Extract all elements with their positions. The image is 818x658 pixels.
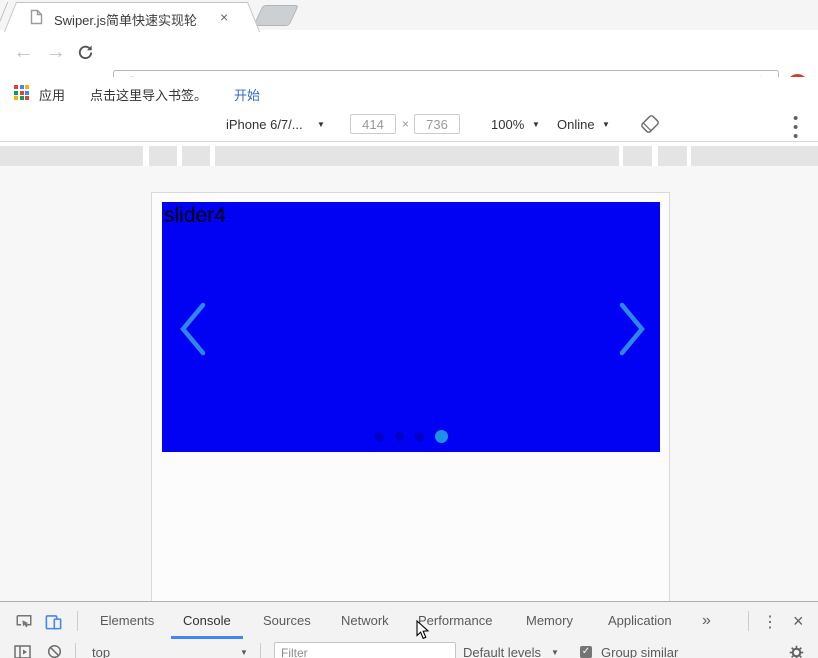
apps-grid-cell [25, 96, 29, 100]
tab-close-icon[interactable]: × [220, 9, 228, 25]
page-icon [30, 9, 43, 25]
clear-console-icon[interactable] [47, 644, 62, 658]
console-sidebar-icon[interactable] [14, 645, 31, 658]
apps-grid-cell [19, 85, 24, 89]
ruler-strip [0, 146, 818, 166]
ruler-segment [691, 146, 818, 166]
apps-grid-cell [19, 90, 24, 95]
browser-toolbar: ← → file:///C:/Users/z/Desktop/index.htm… [0, 30, 818, 98]
pagination-dot[interactable] [374, 432, 384, 441]
apps-grid-cell [19, 96, 24, 100]
separator [748, 611, 749, 631]
console-toolbar: top ▼ Default levels ▼ ✓ Group similar [0, 641, 818, 658]
log-levels-select[interactable]: Default levels [463, 645, 541, 658]
pagination-dots [162, 430, 660, 443]
zoom-select[interactable]: 100% [491, 117, 524, 132]
pagination-dot[interactable] [394, 432, 404, 441]
more-tabs-icon[interactable]: » [702, 612, 711, 630]
chevron-down-icon: ▼ [551, 648, 559, 657]
reload-icon[interactable] [76, 43, 95, 62]
tab-sources[interactable]: Sources [251, 602, 323, 638]
browser-tab[interactable]: Swiper.js简单快速实现轮 × [18, 2, 246, 32]
slider-prev-icon[interactable] [178, 302, 208, 356]
bookmarks-bar: 应用 点击这里导入书签。 开始 [0, 77, 818, 108]
viewport-width-input[interactable] [350, 114, 396, 134]
tab-console[interactable]: Console [171, 602, 243, 639]
devtools-close-icon[interactable]: × [793, 611, 804, 632]
pagination-dot[interactable] [414, 432, 424, 441]
pagination-dot[interactable] [434, 430, 448, 443]
emulated-page: slider4 [151, 192, 670, 601]
slider-next-icon[interactable] [617, 302, 647, 356]
device-select[interactable]: iPhone 6/7/... [226, 117, 303, 132]
separator [75, 643, 76, 658]
mouse-cursor [416, 620, 430, 640]
devtools-tabbar: Elements Console Sources Network Perform… [0, 601, 818, 642]
chevron-down-icon: ▼ [240, 648, 248, 657]
apps-grid-cell [14, 96, 18, 100]
device-mode-toolbar: iPhone 6/7/... ▼ × 100% ▼ Online ▼ ••• [0, 107, 818, 144]
separator [77, 611, 78, 631]
browser-window: Swiper.js简单快速实现轮 × ← → file:///C:/Users/… [0, 0, 818, 658]
back-icon[interactable]: ← [13, 41, 34, 62]
ruler-segment [658, 146, 687, 166]
forward-icon[interactable]: → [45, 41, 66, 62]
tab-title: Swiper.js简单快速实现轮 [54, 13, 198, 28]
ruler-segment [623, 146, 652, 166]
group-similar-label: Group similar [601, 645, 679, 658]
tab-memory[interactable]: Memory [514, 602, 585, 638]
ruler-segment [149, 146, 177, 166]
tab-network[interactable]: Network [329, 602, 401, 638]
slide-label: slider4 [164, 204, 226, 227]
inspect-element-icon[interactable] [15, 612, 33, 630]
tab-elements[interactable]: Elements [88, 602, 166, 638]
ruler-segment [182, 146, 210, 166]
apps-grid-cell [25, 90, 29, 95]
group-similar-checkbox[interactable]: ✓ [580, 646, 592, 658]
chevron-down-icon: ▼ [317, 120, 325, 129]
apps-grid-cell [25, 85, 29, 89]
swiper-slider[interactable]: slider4 [162, 202, 660, 452]
dimensions-times: × [402, 117, 410, 131]
chevron-down-icon: ▼ [532, 120, 540, 129]
ruler-segment [215, 146, 619, 166]
console-context-select[interactable]: top [92, 645, 110, 658]
toggle-device-toolbar-icon[interactable] [44, 612, 63, 631]
devtools-menu-icon[interactable]: ⋮ [762, 612, 778, 632]
apps-grid-icon[interactable] [14, 85, 29, 100]
viewport-height-input[interactable] [414, 114, 460, 134]
apps-label[interactable]: 应用 [39, 85, 65, 104]
throttling-select[interactable]: Online [557, 117, 595, 132]
kebab-menu-icon[interactable]: • • • [793, 111, 798, 144]
import-start-link[interactable]: 开始 [234, 85, 260, 104]
console-filter-input[interactable] [274, 642, 456, 658]
apps-grid-cell [14, 85, 18, 89]
tab-application[interactable]: Application [596, 602, 684, 638]
gear-icon[interactable] [789, 645, 804, 658]
ruler-segment [0, 146, 143, 166]
rotate-device-icon[interactable] [640, 114, 660, 134]
chevron-down-icon: ▼ [602, 120, 610, 129]
apps-grid-cell [14, 90, 18, 95]
separator [260, 643, 261, 658]
tab-strip: Swiper.js简单快速实现轮 × [0, 0, 818, 32]
device-viewport-area: slider4 [0, 166, 818, 602]
new-tab-button[interactable] [253, 5, 299, 26]
import-bookmarks-label: 点击这里导入书签。 [90, 88, 208, 103]
